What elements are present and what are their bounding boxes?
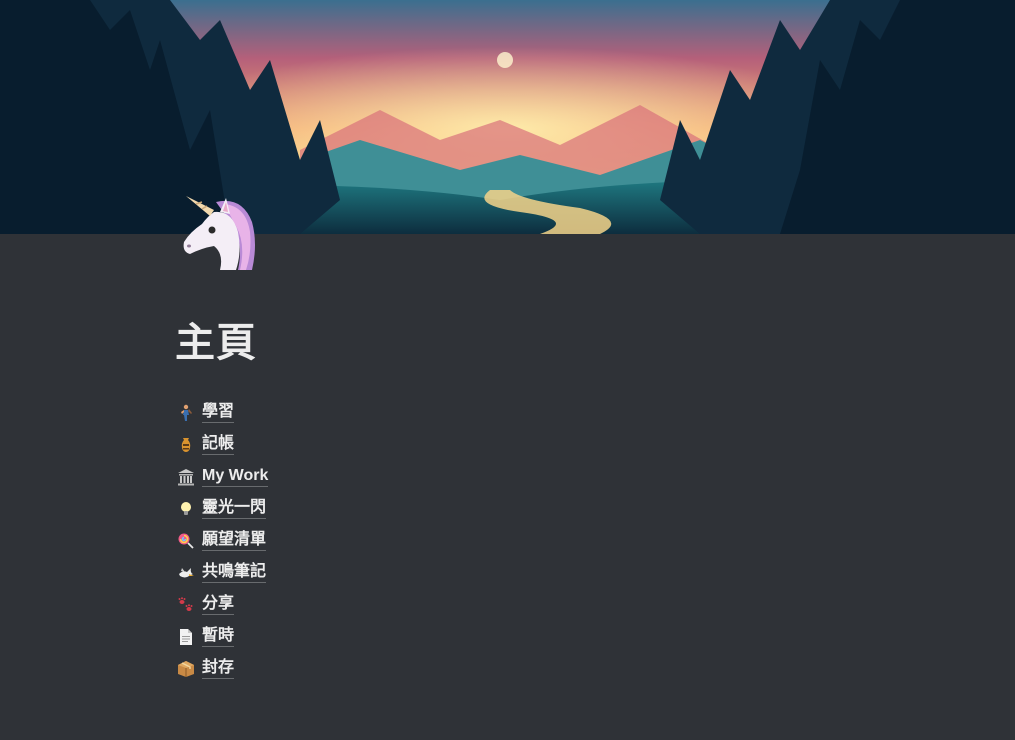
hiker-icon bbox=[176, 403, 196, 423]
page-link-label: 暫時 bbox=[202, 627, 235, 647]
page-link-label: 學習 bbox=[202, 403, 235, 423]
cover-image bbox=[0, 0, 1015, 234]
package-icon bbox=[176, 659, 196, 679]
page-link-label: 願望清單 bbox=[202, 531, 267, 551]
page-link-label: 分享 bbox=[202, 595, 235, 615]
paw-prints-icon bbox=[176, 595, 196, 615]
page-link-label: 靈光一閃 bbox=[202, 499, 267, 519]
page-link-temporary[interactable]: 暫時 bbox=[176, 621, 268, 653]
page-link-wishlist[interactable]: 願望清單 bbox=[176, 525, 268, 557]
page-link-learning[interactable]: 學習 bbox=[176, 397, 268, 429]
page-link-label: 記帳 bbox=[202, 435, 235, 455]
page-link-resonance-notes[interactable]: 共鳴筆記 bbox=[176, 557, 268, 589]
page-icon bbox=[176, 627, 196, 647]
page-link-label: My Work bbox=[202, 467, 269, 487]
page-link-list: 學習 記帳 My Work 靈光一閃 願望清單 共鳴筆記 分享 暫時 封存 bbox=[176, 397, 269, 685]
page-link-my-work[interactable]: My Work bbox=[176, 461, 269, 493]
page-link-share[interactable]: 分享 bbox=[176, 589, 268, 621]
page-link-inspiration[interactable]: 靈光一閃 bbox=[176, 493, 268, 525]
page-link-archive[interactable]: 封存 bbox=[176, 653, 268, 685]
page-link-label: 共鳴筆記 bbox=[202, 563, 267, 583]
dove-icon bbox=[176, 563, 196, 583]
lollipop-icon bbox=[176, 531, 196, 551]
amphora-icon bbox=[176, 435, 196, 455]
page-link-label: 封存 bbox=[202, 659, 235, 679]
unicorn-icon[interactable] bbox=[180, 192, 260, 272]
page-title: 主頁 bbox=[175, 321, 257, 365]
light-bulb-icon bbox=[176, 499, 196, 519]
classical-building-icon bbox=[176, 467, 196, 487]
page-link-accounting[interactable]: 記帳 bbox=[176, 429, 268, 461]
